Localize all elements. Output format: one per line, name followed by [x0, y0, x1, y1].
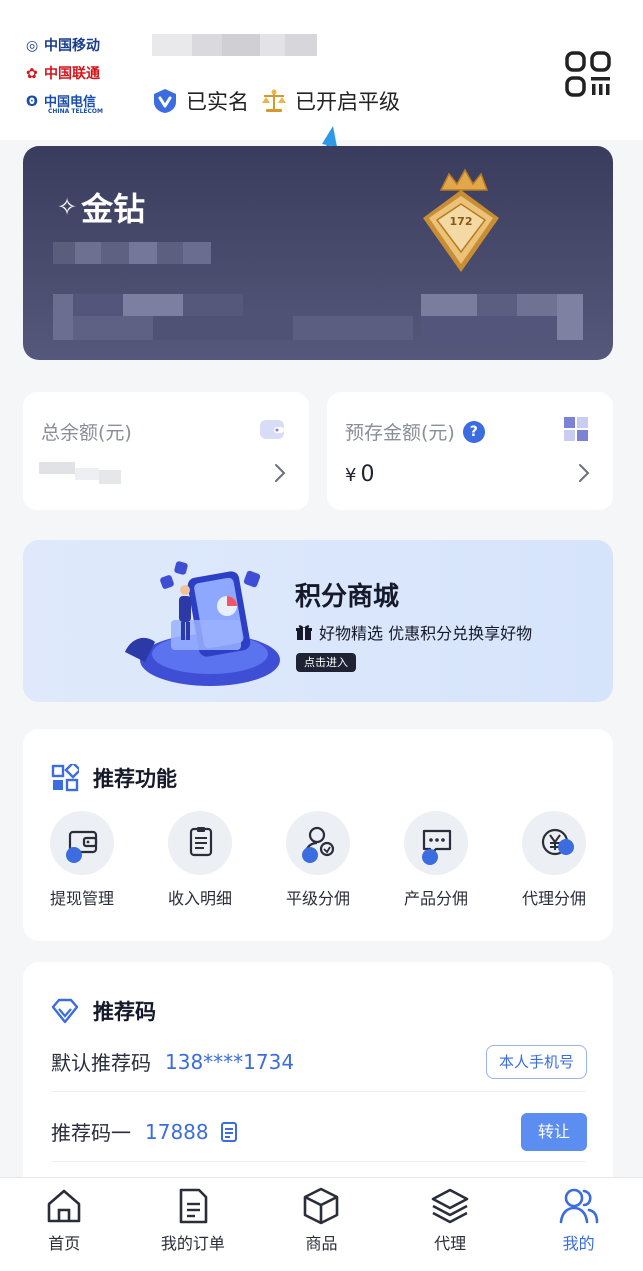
carrier-logos: ◎ 中国移动 ✿ 中国联通 ʘ 中国电信 CHINA TELECOM [26, 32, 126, 116]
function-income-details[interactable]: 收入明细 [141, 811, 259, 909]
function-label: 平级分佣 [285, 889, 350, 908]
prepaid-balance-card[interactable]: 预存金额(元) ? ¥0 [327, 392, 613, 510]
china-unicom-logo: ✿ 中国联通 [26, 66, 100, 82]
referral-code-one-value: 17888 [145, 1119, 209, 1144]
accent-dot [302, 847, 318, 863]
points-mall-banner[interactable]: 积分商城 好物精选 优惠积分兑换享好物 点击进入 [23, 540, 613, 702]
nav-label: 我的订单 [160, 1234, 225, 1253]
chevron-right-icon [579, 464, 590, 482]
accent-dot [422, 849, 438, 865]
function-icon-circle [404, 811, 468, 875]
function-icon-circle [522, 811, 586, 875]
function-icon-circle [168, 811, 232, 875]
wallet-icon [260, 420, 284, 439]
nav-products[interactable]: 商品 [257, 1178, 386, 1271]
recommended-functions-card: 推荐功能 提现管理 收入明细 平级分佣 产品分佣 代理分佣 [23, 729, 613, 941]
member-level: ✧ 金钻 [57, 190, 146, 228]
function-product-commission[interactable]: 产品分佣 [377, 811, 495, 909]
accent-dot [558, 839, 574, 855]
prepaid-balance-title: 预存金额(元) ? [345, 418, 485, 445]
referral-code-one-row: 推荐码一 17888 转让 [51, 1102, 587, 1162]
referral-code-one-label: 推荐码一 [51, 1121, 131, 1145]
china-mobile-logo: ◎ 中国移动 [26, 38, 100, 54]
help-icon[interactable]: ? [462, 420, 485, 443]
layers-icon [431, 1188, 469, 1224]
chevron-right-icon [275, 464, 286, 482]
status-badges: 已实名 已开启平级 [152, 86, 412, 116]
total-balance-card[interactable]: 总余额(元) [23, 392, 309, 510]
member-info-blurred [53, 242, 211, 264]
scale-icon [262, 89, 286, 112]
apps-icon [51, 764, 79, 792]
profile-header: ◎ 中国移动 ✿ 中国联通 ʘ 中国电信 CHINA TELECOM 已实名 已… [0, 0, 643, 194]
enter-mall-button[interactable]: 点击进入 [296, 653, 356, 672]
diamond-icon [51, 998, 79, 1024]
sparkle-icon: ✧ [57, 193, 78, 221]
svg-text:172: 172 [450, 215, 473, 228]
prepaid-balance-value: ¥0 [345, 462, 375, 487]
verified-shield-icon [154, 89, 176, 113]
nav-orders[interactable]: 我的订单 [129, 1178, 258, 1271]
member-level-card[interactable]: ✧ 金钻 172 [23, 146, 613, 360]
mall-illustration-icon [125, 561, 280, 686]
nav-label: 代理 [434, 1234, 467, 1253]
member-details-blurred [53, 294, 583, 340]
order-icon [179, 1188, 208, 1224]
function-icon-circle [286, 811, 350, 875]
function-label: 代理分佣 [521, 889, 586, 908]
china-telecom-logo: ʘ 中国电信 CHINA TELECOM [26, 94, 103, 115]
home-icon [47, 1189, 81, 1223]
function-label: 收入明细 [167, 889, 232, 908]
nav-home[interactable]: 首页 [0, 1178, 129, 1271]
default-referral-label: 默认推荐码 [51, 1051, 151, 1075]
copy-icon[interactable] [219, 1121, 239, 1143]
gold-diamond-badge-icon: 172 [423, 168, 499, 272]
total-balance-title: 总余额(元) [41, 422, 132, 444]
nav-label: 我的 [562, 1234, 595, 1253]
nav-label: 首页 [48, 1234, 81, 1253]
bottom-navigation: 首页 我的订单 商品 代理 我的 [0, 1177, 643, 1271]
clipboard-icon [189, 827, 213, 857]
gift-icon [296, 625, 312, 640]
peer-level-badge: 已开启平级 [261, 86, 400, 116]
users-icon [559, 1188, 598, 1224]
function-icon-circle [50, 811, 114, 875]
functions-section-title: 推荐功能 [51, 763, 177, 793]
box-icon [304, 1187, 339, 1225]
function-label: 产品分佣 [403, 889, 468, 908]
grid-icon [564, 417, 588, 441]
banner-subtitle: 好物精选 优惠积分兑换享好物 [295, 620, 532, 644]
functions-grid: 提现管理 收入明细 平级分佣 产品分佣 代理分佣 [23, 811, 613, 909]
function-agent-commission[interactable]: 代理分佣 [495, 811, 613, 909]
referral-section-title: 推荐码 [51, 996, 156, 1026]
function-label: 提现管理 [49, 889, 114, 908]
nav-label: 商品 [305, 1234, 338, 1253]
banner-title: 积分商城 [295, 582, 400, 612]
transfer-button[interactable]: 转让 [521, 1112, 587, 1151]
referral-code-card: 推荐码 默认推荐码 138****1734 本人手机号 推荐码一 17888 转… [23, 962, 613, 1192]
qr-code-icon[interactable] [564, 50, 612, 98]
default-referral-value: 138****1734 [165, 1049, 295, 1074]
default-referral-row: 默认推荐码 138****1734 本人手机号 [51, 1032, 587, 1092]
nav-mine[interactable]: 我的 [514, 1178, 643, 1271]
total-balance-blurred [39, 462, 129, 484]
function-withdraw-management[interactable]: 提现管理 [23, 811, 141, 909]
nav-agent[interactable]: 代理 [386, 1178, 515, 1271]
own-phone-button[interactable]: 本人手机号 [485, 1044, 587, 1079]
username-blurred [152, 34, 317, 56]
verified-badge: 已实名 [152, 86, 249, 116]
function-peer-commission[interactable]: 平级分佣 [259, 811, 377, 909]
accent-dot [66, 847, 82, 863]
